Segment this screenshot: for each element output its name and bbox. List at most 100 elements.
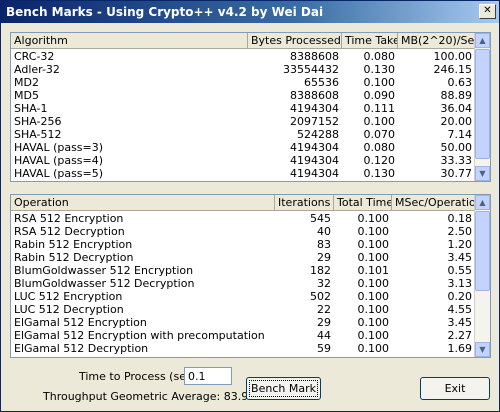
cell-operation: LUC 512 Encryption [14, 290, 123, 303]
table-row[interactable]: SHA-512 524288 0.070 7.14 [11, 128, 475, 141]
cell-iterations: 32 [317, 277, 331, 290]
cell-msec: 3.45 [447, 316, 473, 329]
scroll-thumb[interactable] [475, 49, 490, 159]
scroll-up-icon[interactable]: ▲ [475, 195, 490, 210]
table-row[interactable]: BlumGoldwasser 512 Decryption 32 0.100 3.13 [11, 277, 475, 290]
cell-iterations: 182 [310, 264, 331, 277]
column-header-algorithm[interactable]: Algorithm [11, 33, 248, 49]
cell-total-time: 0.100 [357, 303, 390, 316]
cell-algorithm: SHA-256 [14, 115, 62, 128]
cell-algorithm: CRC-32 [14, 50, 55, 63]
cell-msec: 1.69 [447, 342, 473, 355]
time-to-process-label: Time to Process (sec): [79, 370, 201, 383]
table-row[interactable]: HAVAL (pass=3) 4194304 0.080 50.00 [11, 141, 475, 154]
scroll-down-icon[interactable]: ▼ [475, 342, 490, 357]
time-to-process-input[interactable] [184, 367, 232, 385]
cell-total-time: 0.101 [334, 355, 392, 357]
scroll-up-icon[interactable]: ▲ [475, 33, 490, 48]
table-row[interactable]: Adler-32 33554432 0.130 246.15 [11, 63, 475, 76]
cell-algorithm: MD2 [14, 76, 39, 89]
cell-iterations: 29 [317, 251, 331, 264]
cell-bytes: 4194304 [290, 154, 339, 167]
cell-mbps: 36.04 [440, 102, 473, 115]
cell-bytes: 2097152 [248, 180, 342, 181]
cell-bytes: 524288 [297, 128, 339, 141]
cell-operation: Rabin 512 Decryption [14, 251, 134, 264]
column-header-operation[interactable]: Operation [11, 195, 275, 211]
cell-msec: 0.20 [447, 290, 473, 303]
cell-iterations: 59 [317, 342, 331, 355]
column-header-bytes[interactable]: Bytes Processed [248, 33, 342, 49]
cell-time: 0.130 [363, 167, 396, 180]
cell-msec: 2.27 [447, 329, 473, 342]
table-row[interactable]: Rabin 512 Encryption 83 0.100 1.20 [11, 238, 475, 251]
cell-mbps: 20.00 [440, 115, 473, 128]
cell-mbps: 7.14 [447, 128, 473, 141]
operation-results-list[interactable]: Operation Iterations Total Time MSec/Ope… [10, 194, 491, 358]
table-row[interactable]: HAVAL (pass=4) 4194304 0.120 33.33 [11, 154, 475, 167]
title-bar[interactable]: Bench Marks - Using Crypto++ v4.2 by Wei… [1, 1, 499, 23]
scroll-down-icon[interactable]: ▼ [475, 166, 490, 181]
cell-msec: 0.55 [447, 264, 473, 277]
cell-iterations: 29 [317, 316, 331, 329]
operation-scrollbar[interactable]: ▲ ▼ [474, 195, 490, 357]
cell-operation: RSA 512 Encryption [14, 212, 124, 225]
table-row[interactable]: LUC 512 Encryption 502 0.100 0.20 [11, 290, 475, 303]
cell-time: 0.100 [342, 180, 398, 181]
table-row[interactable]: HAVAL (pass=5) 4194304 0.130 30.77 [11, 167, 475, 180]
algorithm-scrollbar[interactable]: ▲ ▼ [474, 33, 490, 181]
cell-time: 0.080 [363, 50, 396, 63]
table-row[interactable]: CRC-32 8388608 0.080 100.00 [11, 50, 475, 63]
algorithm-results-list[interactable]: Algorithm Bytes Processed Time Taken MB(… [10, 32, 491, 182]
cell-msec: 3.45 [447, 251, 473, 264]
cell-total-time: 0.100 [357, 251, 390, 264]
cell-total-time: 0.100 [357, 277, 390, 290]
column-header-mbps[interactable]: MB(2^20)/Sec [398, 33, 475, 49]
table-row[interactable]: RSA 1024 Encryption2280.1010.44 [11, 355, 475, 357]
column-header-total-time[interactable]: Total Time [334, 195, 392, 211]
cell-total-time: 0.100 [357, 238, 390, 251]
cell-mbps: 30.77 [440, 167, 473, 180]
cell-msec: 4.55 [447, 303, 473, 316]
table-row[interactable]: MD2 65536 0.100 0.63 [11, 76, 475, 89]
table-row[interactable]: SHA-1 4194304 0.111 36.04 [11, 102, 475, 115]
table-row[interactable]: LUC 512 Decryption 22 0.100 4.55 [11, 303, 475, 316]
table-row[interactable]: MD5 8388608 0.090 88.89 [11, 89, 475, 102]
close-icon[interactable]: ✕ [479, 4, 496, 19]
table-row[interactable]: ElGamal 512 Encryption 29 0.100 3.45 [11, 316, 475, 329]
cell-bytes: 65536 [304, 76, 339, 89]
column-header-time[interactable]: Time Taken [342, 33, 398, 49]
operation-list-header: Operation Iterations Total Time MSec/Ope… [11, 195, 475, 211]
cell-time: 0.080 [363, 141, 396, 154]
cell-iterations: 545 [310, 212, 331, 225]
table-row[interactable]: Rabin 512 Decryption 29 0.100 3.45 [11, 251, 475, 264]
cell-algorithm: Adler-32 [14, 63, 60, 76]
table-row[interactable]: SHA-256 2097152 0.100 20.00 [11, 115, 475, 128]
cell-iterations: 83 [317, 238, 331, 251]
table-row[interactable]: RSA 512 Decryption 40 0.100 2.50 [11, 225, 475, 238]
scroll-thumb[interactable] [475, 211, 490, 291]
cell-msec: 1.20 [447, 238, 473, 251]
cell-mbps: 33.33 [440, 154, 473, 167]
cell-iterations: 22 [317, 303, 331, 316]
cell-time: 0.120 [363, 154, 396, 167]
table-row[interactable]: ElGamal 512 Decryption 59 0.100 1.69 [11, 342, 475, 355]
table-row[interactable]: ElGamal 512 Encryption with precomputati… [11, 329, 475, 342]
cell-msec: 2.50 [447, 225, 473, 238]
cell-time: 0.090 [363, 89, 396, 102]
cell-operation: Rabin 512 Encryption [14, 238, 133, 251]
table-row[interactable]: BlumGoldwasser 512 Encryption 182 0.101 0.5… [11, 264, 475, 277]
table-row[interactable]: RSA 512 Encryption 545 0.100 0.18 [11, 212, 475, 225]
cell-iterations: 228 [275, 355, 334, 357]
exit-button[interactable]: Exit [420, 377, 490, 400]
cell-total-time: 0.100 [357, 342, 390, 355]
bench-mark-button[interactable]: Bench Mark [246, 377, 321, 400]
cell-time: 0.070 [363, 128, 396, 141]
cell-operation: RSA 1024 Encryption [11, 355, 275, 357]
table-row[interactable]: Tiger20971520.10020.00 [11, 180, 475, 181]
cell-total-time: 0.100 [357, 316, 390, 329]
cell-operation: ElGamal 512 Decryption [14, 342, 149, 355]
column-header-msec[interactable]: MSec/Operation [392, 195, 475, 211]
cell-bytes: 4194304 [290, 102, 339, 115]
column-header-iterations[interactable]: Iterations [275, 195, 334, 211]
